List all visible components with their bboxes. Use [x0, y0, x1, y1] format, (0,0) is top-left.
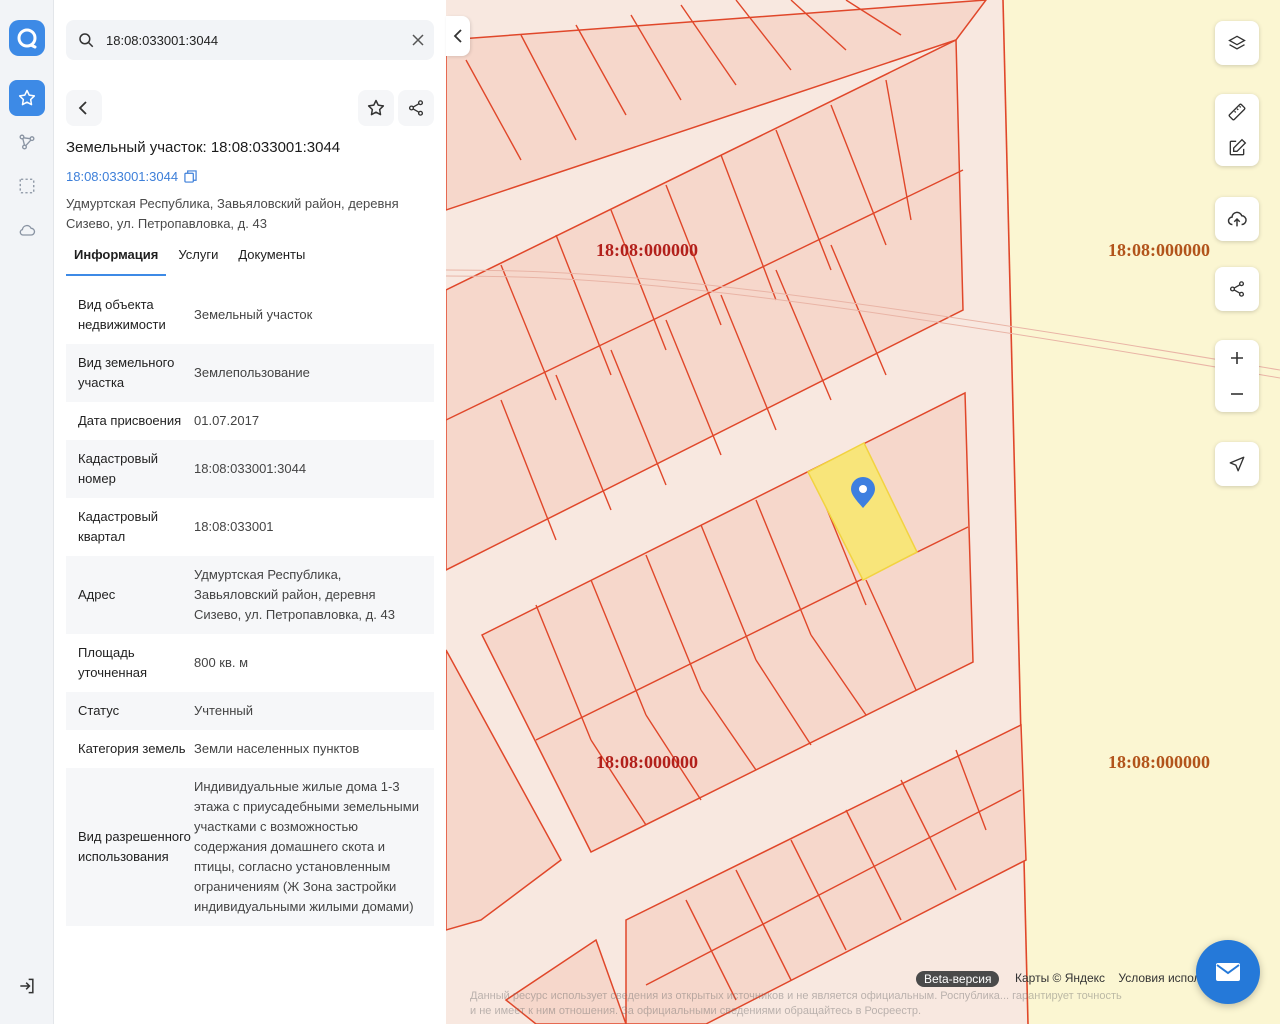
area-select-icon[interactable] [9, 168, 45, 204]
collapse-panel-button[interactable] [446, 16, 470, 56]
ruler-button[interactable] [1215, 94, 1259, 130]
map-label-quarter: 18:08:000000 [596, 752, 698, 772]
row-value: 18:08:033001 [194, 519, 274, 534]
cadastral-number-text[interactable]: 18:08:033001:3044 [66, 169, 178, 184]
mail-icon [1216, 963, 1240, 981]
row-value: 01.07.2017 [194, 413, 260, 428]
tab-information[interactable]: Информация [66, 244, 167, 276]
row-value: Индивидуальные жилые дома 1-3 этажа с пр… [194, 779, 419, 914]
cadastral-number-link[interactable]: 18:08:033001:3044 [66, 169, 197, 184]
upload-button[interactable] [1215, 197, 1259, 241]
feedback-mail-button[interactable] [1196, 940, 1260, 1004]
zoom-in-button[interactable] [1215, 340, 1259, 376]
star-icon [367, 99, 385, 116]
table-row: Дата присвоения 01.07.2017 [66, 402, 434, 440]
route-nodes-icon[interactable] [9, 124, 45, 160]
edit-icon [1229, 138, 1247, 156]
layers-button[interactable] [1215, 21, 1259, 65]
row-key: Вид разрешенного использования [78, 829, 191, 864]
row-value: 18:08:033001:3044 [194, 461, 307, 476]
row-value: Учтенный [194, 703, 254, 718]
map-credits: Карты © Яндекс Условия испол [1015, 971, 1211, 985]
map-label-quarter: 18:08:000000 [1108, 240, 1210, 260]
layers-icon [1228, 35, 1246, 50]
table-row: Кадастровый квартал 18:08:033001 [66, 498, 434, 556]
plus-icon [1231, 352, 1243, 364]
beta-badge: Beta-версия [916, 971, 1000, 987]
table-row: Категория земель Земли населенных пунктов [66, 730, 434, 768]
row-key: Вид объекта недвижимости [78, 297, 166, 332]
table-row: Статус Учтенный [66, 692, 434, 730]
table-row: Адрес Удмуртская Республика, Завьяловский… [66, 556, 434, 634]
ruler-icon [1228, 103, 1246, 121]
search-icon [66, 31, 106, 49]
search-input[interactable] [106, 32, 402, 48]
row-value: Удмуртская Республика, Завьяловский райо… [194, 567, 395, 622]
edit-button[interactable] [1215, 130, 1259, 166]
row-value: Землепользование [194, 365, 310, 380]
login-icon[interactable] [9, 968, 45, 1004]
map-canvas[interactable] [446, 0, 1280, 1024]
object-address: Удмуртская Республика, Завьяловский райо… [66, 196, 399, 231]
back-button[interactable] [66, 90, 102, 126]
row-value: 800 кв. м [194, 655, 249, 670]
row-key: Категория земель [78, 741, 186, 756]
row-key: Адрес [78, 587, 116, 602]
tab-documents[interactable]: Документы [230, 244, 313, 276]
info-tabs: Информация Услуги Документы [66, 244, 434, 276]
row-key: Дата присвоения [78, 413, 182, 428]
chevron-left-icon [453, 29, 462, 43]
terms-link[interactable]: Условия испол [1118, 971, 1200, 985]
map-disclaimer: Данный ресурс использует сведения из отк… [470, 990, 1122, 1017]
map-share-button[interactable] [1215, 267, 1259, 311]
table-row: Вид разрешенного использования Индивидуал… [66, 768, 434, 926]
favorites-icon[interactable] [9, 80, 45, 116]
app-logo-icon[interactable] [9, 20, 45, 56]
zoom-out-button[interactable] [1215, 376, 1259, 412]
cloud-icon[interactable] [9, 212, 45, 248]
row-key: Вид земельного участка [78, 355, 175, 390]
row-key: Площадь уточненная [78, 645, 148, 680]
left-rail [0, 0, 54, 1024]
share-button[interactable] [398, 90, 434, 126]
row-value: Земли населенных пунктов [194, 741, 360, 756]
object-panel: Земельный участок: 18:08:033001:3044 18:… [54, 0, 446, 1024]
chevron-left-icon [78, 101, 87, 115]
share-icon [408, 100, 424, 116]
table-row: Кадастровый номер 18:08:033001:3044 [66, 440, 434, 498]
map-label-quarter: 18:08:000000 [1108, 752, 1210, 772]
navigation-arrow-icon [1229, 456, 1245, 472]
clear-search-icon[interactable] [402, 34, 434, 46]
row-key: Кадастровый номер [78, 451, 159, 486]
table-row: Площадь уточненная 800 кв. м [66, 634, 434, 692]
info-table: Вид объекта недвижимости Земельный участо… [66, 286, 434, 926]
add-favorite-button[interactable] [358, 90, 394, 126]
map-label-quarter: 18:08:000000 [596, 240, 698, 260]
yandex-maps-link[interactable]: Карты © Яндекс [1015, 971, 1105, 985]
zoom-controls [1215, 340, 1259, 412]
minus-icon [1231, 393, 1243, 395]
search-bar [66, 20, 434, 60]
table-row: Вид земельного участка Землепользование [66, 344, 434, 402]
cadastral-map[interactable]: 18:08:000000 18:08:000000 18:08:000000 1… [446, 0, 1280, 1024]
table-row: Вид объекта недвижимости Земельный участо… [66, 286, 434, 344]
row-key: Статус [78, 703, 120, 718]
measure-tools [1215, 94, 1259, 166]
row-value: Земельный участок [194, 307, 313, 322]
copy-icon[interactable] [184, 170, 197, 183]
object-title: Земельный участок: 18:08:033001:3044 [66, 139, 341, 156]
share-icon [1229, 281, 1245, 297]
tab-services[interactable]: Услуги [170, 244, 226, 276]
cloud-upload-icon [1227, 211, 1247, 227]
row-key: Кадастровый квартал [78, 509, 159, 544]
geolocation-button[interactable] [1215, 442, 1259, 486]
